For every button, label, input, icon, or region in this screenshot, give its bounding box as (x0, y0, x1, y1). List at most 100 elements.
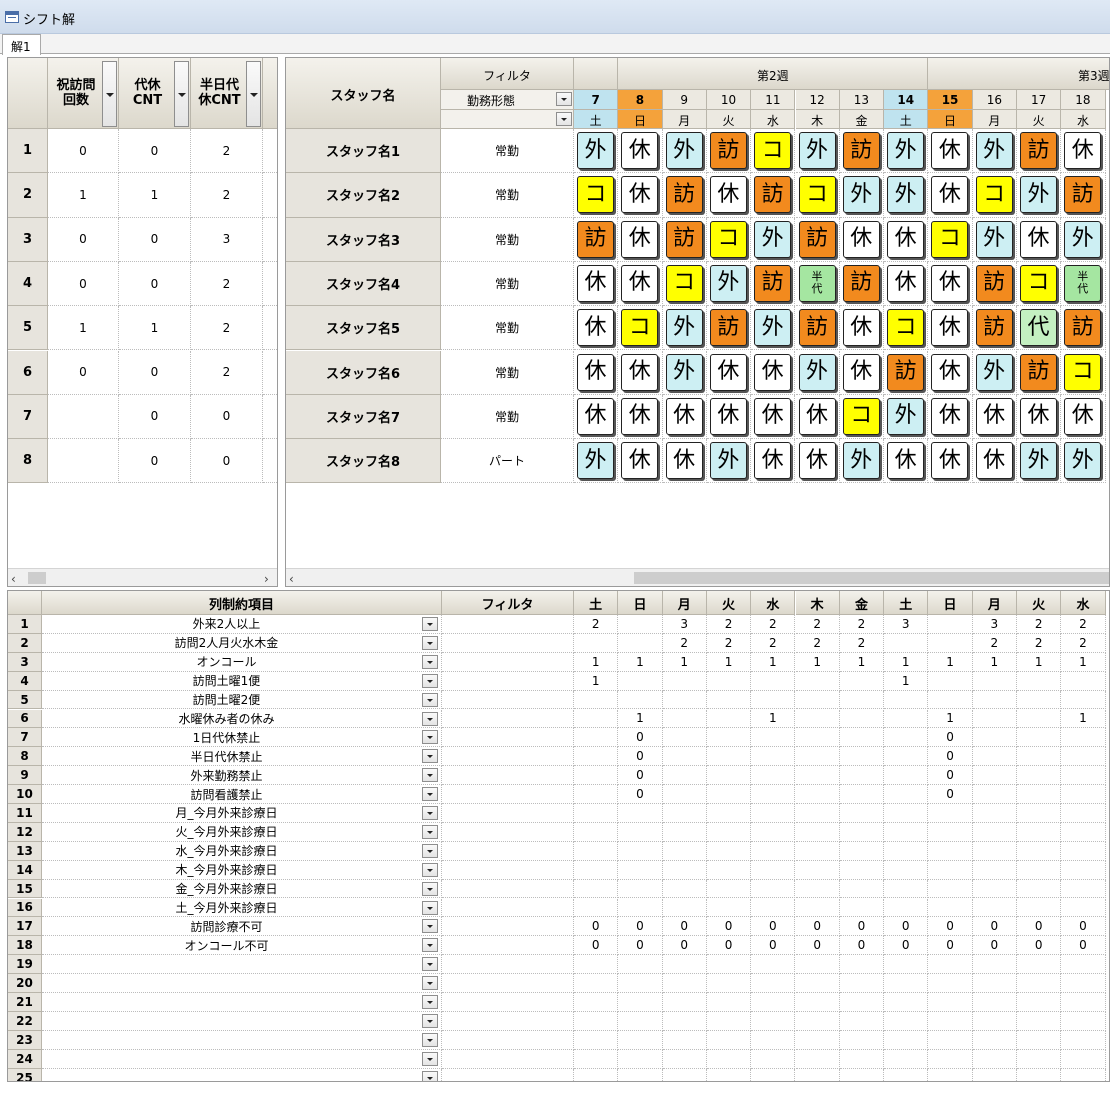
shift-tile[interactable]: 半代 (1064, 264, 1102, 302)
shift-tile[interactable]: 外 (798, 353, 836, 391)
constraint-value[interactable]: 0 (839, 936, 885, 956)
constraint-value[interactable] (884, 1030, 929, 1050)
constraint-value[interactable]: 1 (574, 652, 619, 672)
constraint-name[interactable]: 水_今月外来診療日 (42, 841, 442, 861)
constraint-value[interactable]: 0 (884, 917, 929, 937)
constraint-dropdown[interactable] (422, 711, 438, 726)
constraint-value[interactable] (884, 747, 929, 767)
constraint-value[interactable] (706, 1011, 752, 1031)
stat-cell[interactable]: 0 (191, 439, 263, 484)
constraint-value[interactable]: 0 (1017, 936, 1062, 956)
constraint-value[interactable] (796, 1068, 840, 1081)
constraint-value[interactable] (706, 974, 752, 993)
constraint-name[interactable]: 訪問2人月火水木金 (42, 633, 442, 653)
constraint-value[interactable] (839, 728, 885, 748)
constraint-value[interactable] (1061, 1030, 1106, 1050)
constraint-name[interactable] (42, 955, 442, 975)
constraint-value[interactable] (884, 728, 929, 748)
constraint-value[interactable] (706, 766, 752, 786)
constraint-value[interactable]: 2 (662, 633, 707, 653)
constraint-value[interactable] (751, 955, 796, 975)
stat-cell[interactable]: 2 (191, 261, 263, 307)
shift-tile[interactable]: 休 (577, 309, 614, 347)
stat-cell[interactable]: 2 (191, 129, 263, 174)
shift-tile[interactable]: 外 (887, 397, 925, 435)
staff-name[interactable]: スタッフ名1 (286, 129, 441, 174)
constraint-value[interactable] (839, 1011, 885, 1031)
constraint-filter[interactable] (442, 1011, 574, 1031)
constraint-value[interactable]: 2 (751, 615, 796, 634)
constraint-value[interactable] (928, 974, 973, 993)
constraint-value[interactable] (1061, 804, 1106, 823)
constraint-value[interactable] (839, 1030, 885, 1050)
constraint-value[interactable] (574, 898, 619, 918)
shift-tile[interactable]: 休 (842, 353, 880, 391)
constraint-value[interactable] (662, 1011, 707, 1031)
constraint-value[interactable] (972, 671, 1017, 691)
constraint-value[interactable]: 2 (706, 633, 752, 653)
constraint-value[interactable] (574, 747, 619, 767)
constraint-value[interactable] (972, 709, 1017, 729)
constraint-value[interactable] (751, 804, 796, 823)
constraint-value[interactable] (662, 879, 707, 899)
shift-tile[interactable]: 休 (842, 220, 880, 258)
constraint-value[interactable] (839, 709, 885, 729)
constraint-value[interactable] (662, 860, 707, 880)
column-filter-dropdown[interactable] (246, 61, 261, 127)
shift-tile[interactable]: 休 (665, 442, 703, 480)
constraint-dropdown[interactable] (422, 843, 438, 858)
shift-tile[interactable]: 休 (1020, 220, 1057, 258)
constraint-value[interactable] (1061, 974, 1106, 993)
stat-cell[interactable] (48, 439, 119, 484)
constraint-value[interactable] (928, 671, 973, 691)
shift-tile[interactable]: 外 (887, 176, 925, 214)
constraint-value[interactable]: 1 (884, 652, 929, 672)
constraint-value[interactable] (839, 860, 885, 880)
constraint-value[interactable] (1017, 747, 1062, 767)
shift-tile[interactable]: 休 (887, 220, 925, 258)
constraint-value[interactable]: 1 (751, 652, 796, 672)
constraint-value[interactable] (1017, 822, 1062, 842)
shift-tile[interactable]: 休 (931, 176, 969, 214)
constraint-value[interactable] (574, 728, 619, 748)
constraint-value[interactable] (884, 1068, 929, 1081)
constraint-value[interactable] (574, 1011, 619, 1031)
staff-name[interactable]: スタッフ名4 (286, 261, 441, 307)
shift-tile[interactable]: 休 (931, 264, 969, 302)
constraint-value[interactable]: 0 (751, 936, 796, 956)
constraint-value[interactable] (662, 671, 707, 691)
constraint-value[interactable]: 1 (795, 652, 840, 672)
shift-tile[interactable]: 休 (931, 132, 969, 169)
constraint-value[interactable] (1017, 690, 1062, 710)
constraint-value[interactable] (795, 1049, 840, 1069)
constraint-value[interactable] (928, 860, 973, 880)
shift-tile[interactable]: 休 (709, 353, 747, 391)
constraint-value[interactable] (972, 860, 1017, 880)
constraint-value[interactable] (706, 879, 752, 899)
constraint-value[interactable] (884, 822, 929, 842)
constraint-name[interactable]: 土_今月外来診療日 (42, 898, 442, 918)
constraint-value[interactable] (706, 709, 752, 729)
constraint-filter[interactable] (442, 652, 574, 672)
shift-tile[interactable]: 休 (1064, 397, 1102, 435)
constraint-value[interactable] (751, 1030, 796, 1050)
shift-tile[interactable]: 外 (754, 220, 792, 258)
constraint-value[interactable]: 0 (574, 936, 619, 956)
constraint-value[interactable]: 0 (928, 747, 973, 767)
constraint-value[interactable] (574, 1049, 619, 1069)
constraint-name[interactable]: 訪問診療不可 (42, 917, 442, 937)
constraint-value[interactable] (1017, 898, 1062, 918)
constraint-value[interactable] (574, 841, 619, 861)
constraint-value[interactable] (574, 1030, 619, 1050)
constraint-name[interactable]: 訪問看護禁止 (42, 785, 442, 804)
constraint-value[interactable] (972, 879, 1017, 899)
constraint-value[interactable]: 2 (751, 633, 796, 653)
constraint-value[interactable] (662, 690, 707, 710)
constraint-dropdown[interactable] (422, 1070, 438, 1081)
shift-tile[interactable]: 訪 (665, 176, 703, 214)
constraint-value[interactable] (618, 879, 663, 899)
constraint-value[interactable] (840, 1068, 885, 1081)
shift-tile[interactable]: 訪 (1020, 132, 1057, 169)
constraint-name[interactable]: オンコール (42, 652, 442, 672)
shift-tile[interactable]: 外 (665, 132, 703, 169)
